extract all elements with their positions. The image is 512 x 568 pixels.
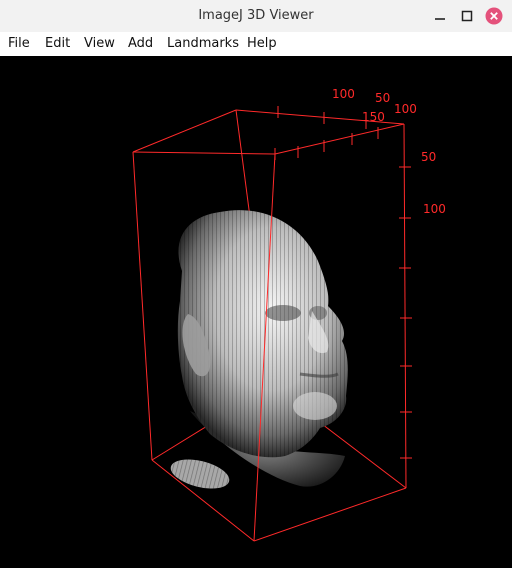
axis-label-x-100: 100 bbox=[332, 87, 355, 101]
3d-canvas[interactable]: 100 50 100 150 50 100 bbox=[0, 56, 512, 568]
axis-label-y-50: 50 bbox=[421, 150, 436, 164]
menu-help[interactable]: Help bbox=[247, 36, 277, 52]
minimize-button[interactable] bbox=[431, 7, 449, 25]
menu-bar: File Edit View Add Landmarks Help bbox=[0, 32, 512, 57]
axis-label-x-50: 50 bbox=[375, 91, 390, 105]
viewer-window: ImageJ 3D Viewer File Edit View Add Land… bbox=[0, 0, 512, 568]
menu-file[interactable]: File bbox=[8, 36, 30, 52]
menu-view[interactable]: View bbox=[84, 36, 115, 52]
close-button[interactable] bbox=[485, 7, 503, 25]
axis-label-z-100: 100 bbox=[394, 102, 417, 116]
menu-landmarks[interactable]: Landmarks bbox=[167, 36, 239, 52]
menu-add[interactable]: Add bbox=[128, 36, 153, 52]
menu-edit[interactable]: Edit bbox=[45, 36, 70, 52]
axis-label-y-100: 100 bbox=[423, 202, 446, 216]
scene-svg: 100 50 100 150 50 100 bbox=[132, 87, 446, 542]
head-volume bbox=[170, 210, 348, 489]
axis-label-z-150: 150 bbox=[362, 110, 385, 124]
title-bar[interactable]: ImageJ 3D Viewer bbox=[0, 0, 512, 33]
maximize-button[interactable] bbox=[458, 7, 476, 25]
